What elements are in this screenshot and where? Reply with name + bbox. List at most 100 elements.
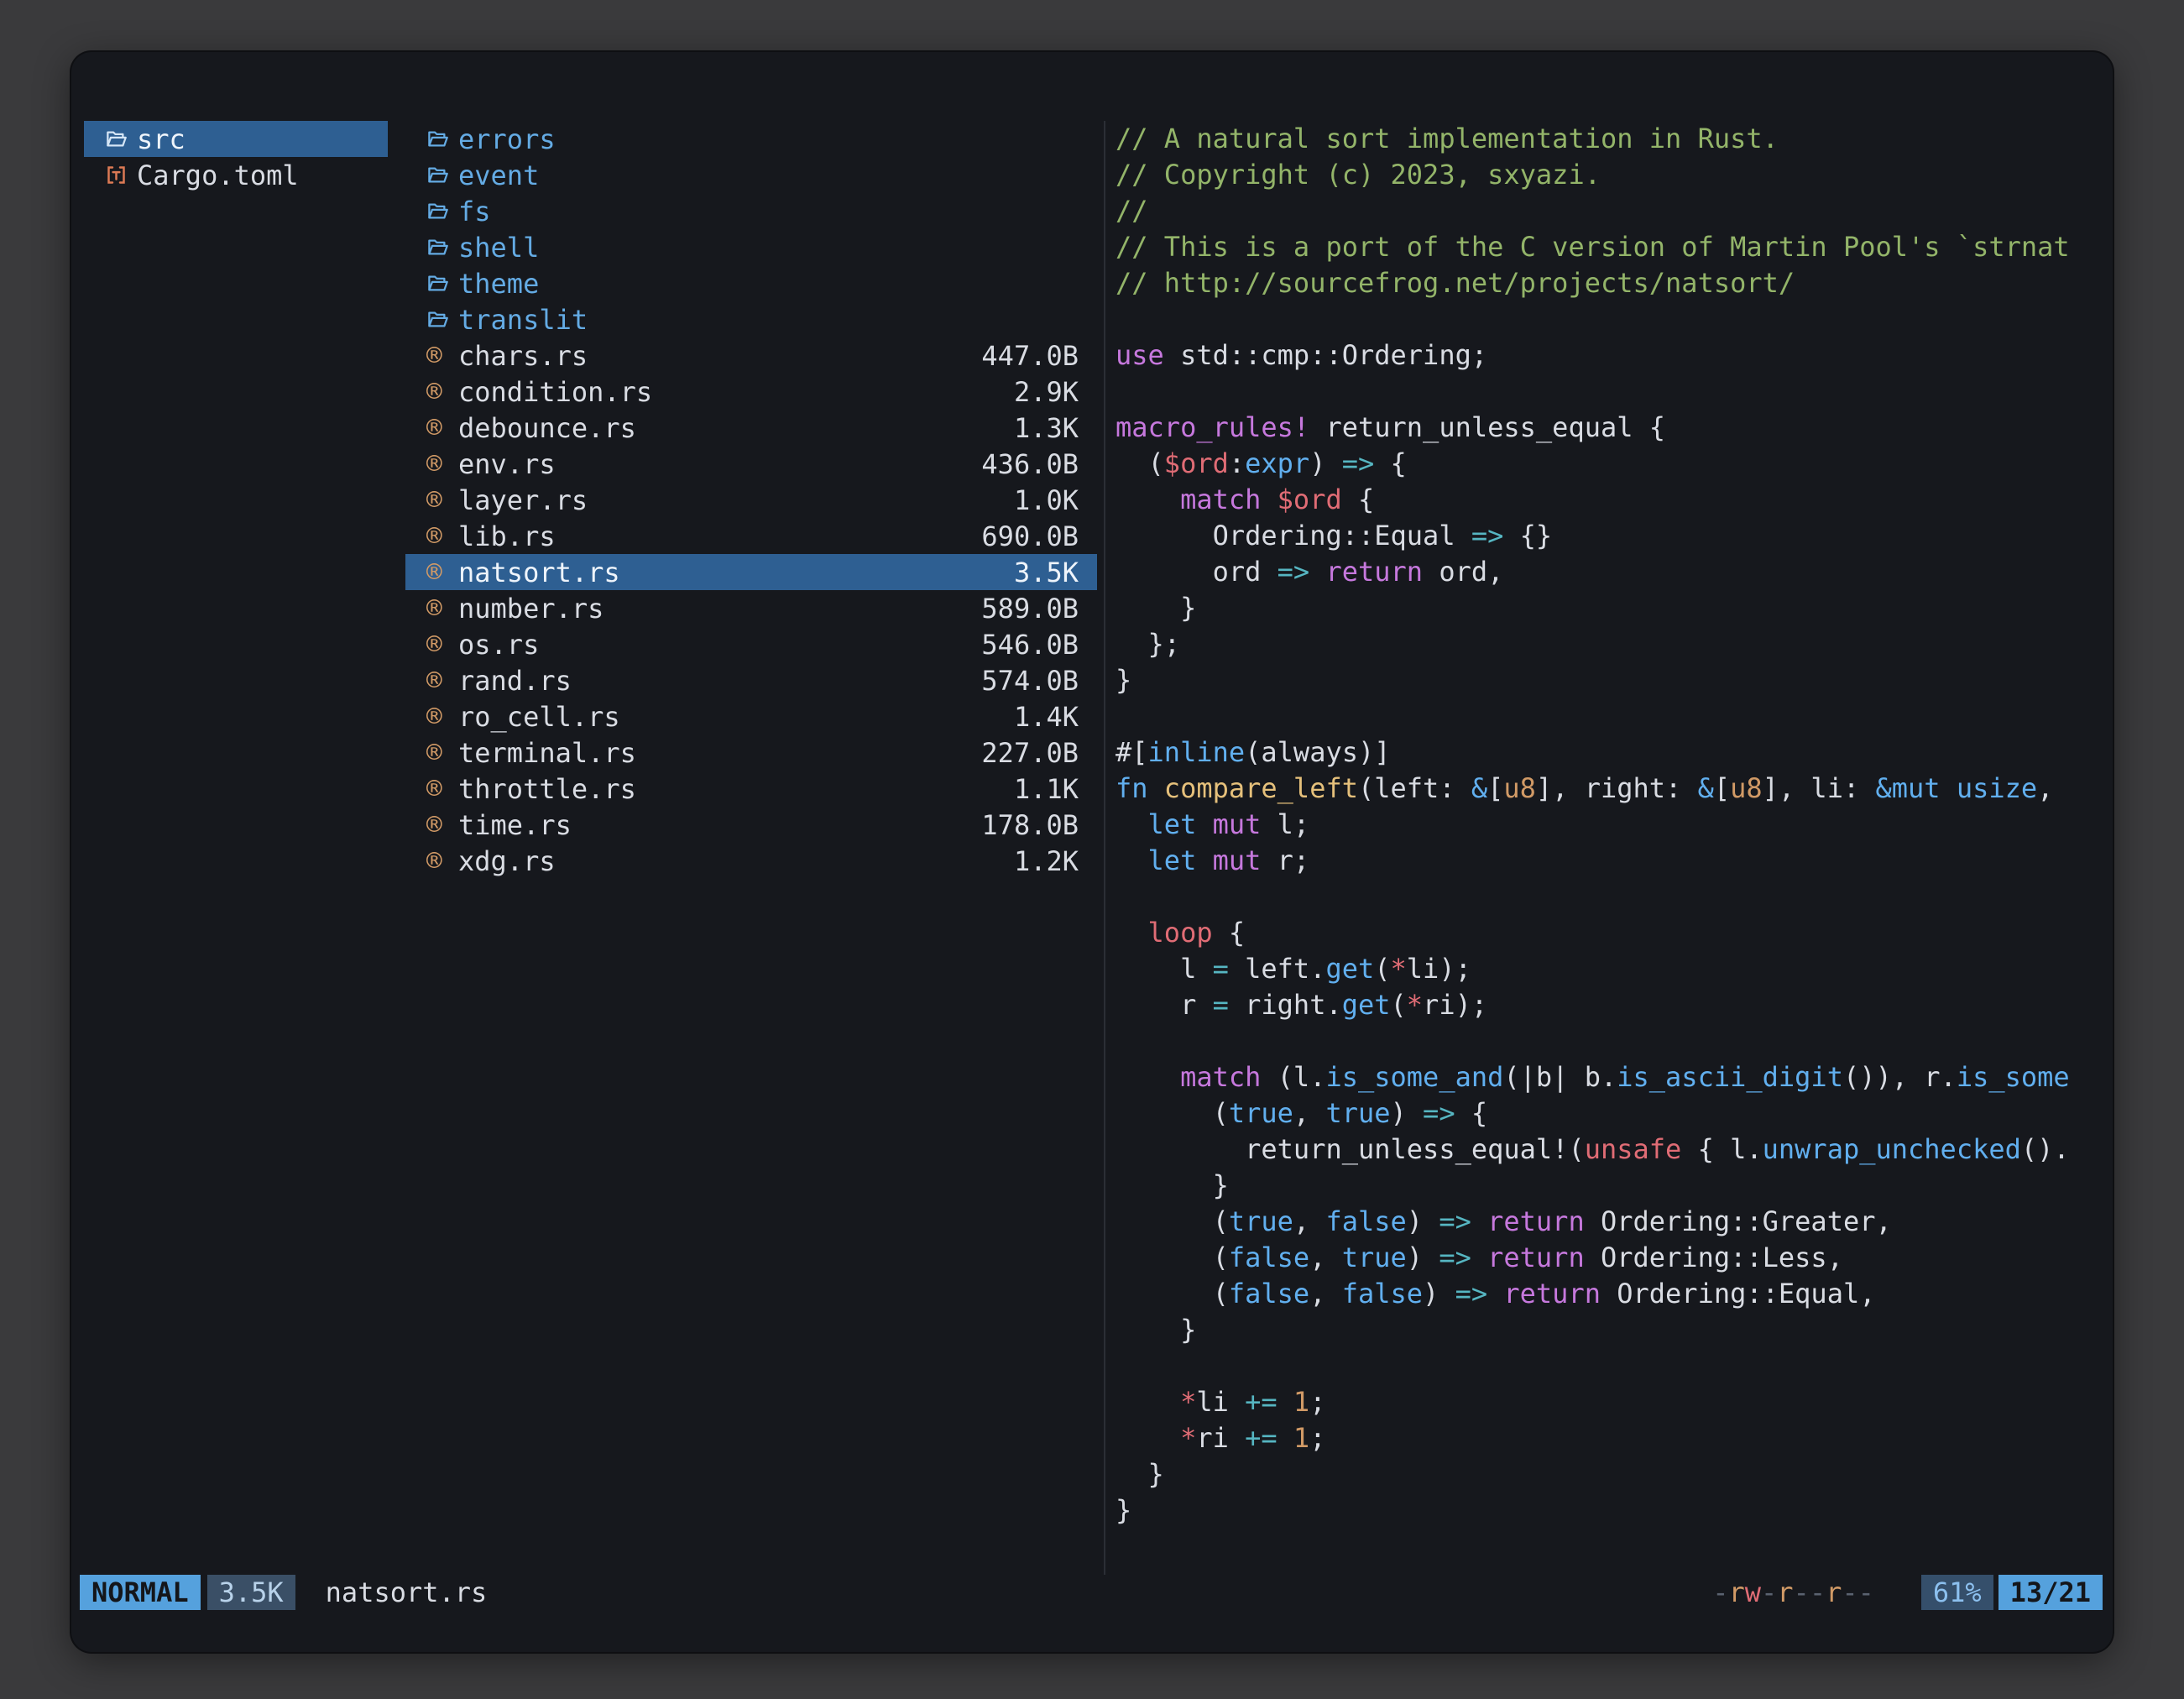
list-item-src[interactable]: src (84, 121, 388, 157)
list-item-layer.rs[interactable]: ®layer.rs1.0K (405, 482, 1097, 518)
file-name: time.rs (458, 809, 572, 841)
file-name: ro_cell.rs (458, 701, 620, 733)
file-name: fs (458, 196, 491, 227)
file-size: 690.0B (981, 520, 1079, 552)
list-item-chars.rs[interactable]: ®chars.rs 447.0B (405, 337, 1097, 374)
code-line: #[inline(always)] (1116, 734, 2113, 771)
file-name: debounce.rs (458, 412, 636, 444)
file-name: layer.rs (458, 484, 588, 516)
file-size: 1.3K (1014, 412, 1079, 444)
list-item-fs[interactable]: fs (405, 193, 1097, 229)
code-line: (true, true) => { (1116, 1095, 2113, 1132)
file-name: env.rs (458, 448, 556, 480)
rust-icon: ® (426, 666, 458, 696)
code-line: } (1116, 1312, 2113, 1348)
code-line: *li += 1; (1116, 1384, 2113, 1420)
toml-icon (105, 164, 137, 186)
code-line: (false, false) => return Ordering::Equal… (1116, 1276, 2113, 1312)
code-line (1116, 879, 2113, 915)
code-line (1116, 1023, 2113, 1059)
file-name: chars.rs (458, 340, 588, 372)
folder-open-icon (426, 236, 458, 259)
folder-open-icon (426, 164, 458, 186)
list-item-errors[interactable]: errors (405, 121, 1097, 157)
rust-icon: ® (426, 630, 458, 660)
file-name: translit (458, 304, 588, 336)
file-size: 227.0B (981, 737, 1079, 769)
file-size: 447.0B (981, 340, 1079, 372)
mode-badge: NORMAL (80, 1575, 201, 1610)
list-item-terminal.rs[interactable]: ®terminal.rs227.0B (405, 734, 1097, 771)
file-name: condition.rs (458, 376, 652, 408)
list-item-debounce.rs[interactable]: ®debounce.rs 1.3K (405, 410, 1097, 446)
code-line (1116, 698, 2113, 734)
file-size: 589.0B (981, 593, 1079, 625)
rust-icon: ® (426, 341, 458, 371)
code-line: return_unless_equal!(unsafe { l.unwrap_u… (1116, 1132, 2113, 1168)
rust-icon: ® (426, 810, 458, 840)
percent-badge: 61% (1921, 1575, 1993, 1610)
list-item-throttle.rs[interactable]: ®throttle.rs1.1K (405, 771, 1097, 807)
code-line: let mut r; (1116, 843, 2113, 879)
list-item-ro_cell.rs[interactable]: ®ro_cell.rs1.4K (405, 698, 1097, 734)
folder-open-icon (105, 128, 137, 150)
code-line: // This is a port of the C version of Ma… (1116, 229, 2113, 265)
file-name: natsort.rs (458, 557, 620, 588)
file-size: 3.5K (1014, 557, 1079, 588)
preview-panel[interactable]: // A natural sort implementation in Rust… (1105, 121, 2113, 1575)
code-line: loop { (1116, 915, 2113, 951)
rust-icon: ® (426, 702, 458, 732)
list-item-event[interactable]: event (405, 157, 1097, 193)
list-item-rand.rs[interactable]: ®rand.rs 574.0B (405, 662, 1097, 698)
file-size: 2.9K (1014, 376, 1079, 408)
list-item-lib.rs[interactable]: ®lib.rs 690.0B (405, 518, 1097, 554)
folder-open-icon (426, 308, 458, 331)
list-item-os.rs[interactable]: ®os.rs546.0B (405, 626, 1097, 662)
file-name: lib.rs (458, 520, 556, 552)
file-manager-content: src Cargo.toml errors event fs shellthemetra… (71, 121, 2113, 1575)
file-size: 1.1K (1014, 773, 1079, 805)
folder-open-icon (426, 200, 458, 222)
rust-icon: ® (426, 521, 458, 552)
list-item-shell[interactable]: shell (405, 229, 1097, 265)
file-size: 546.0B (981, 629, 1079, 661)
yazi-window: src Cargo.toml errors event fs shellthemetra… (71, 52, 2113, 1652)
list-item-env.rs[interactable]: ®env.rs436.0B (405, 446, 1097, 482)
list-item-natsort.rs[interactable]: ®natsort.rs3.5K (405, 554, 1097, 590)
code-line: ord => return ord, (1116, 554, 2113, 590)
file-size: 1.2K (1014, 845, 1079, 877)
parent-panel[interactable]: src Cargo.toml (84, 121, 388, 193)
list-item-translit[interactable]: translit (405, 301, 1097, 337)
file-name: event (458, 159, 539, 191)
code-line: match $ord { (1116, 482, 2113, 518)
list-item-condition.rs[interactable]: ®condition.rs2.9K (405, 374, 1097, 410)
file-name: shell (458, 232, 539, 264)
code-line: use std::cmp::Ordering; (1116, 337, 2113, 374)
code-line: } (1116, 1493, 2113, 1529)
list-item-number.rs[interactable]: ®number.rs589.0B (405, 590, 1097, 626)
file-size: 574.0B (981, 665, 1079, 697)
current-panel[interactable]: errorseventfsshellthemetranslit®chars.rs… (405, 121, 1097, 879)
code-line: match (l.is_some_and(|b| b.is_ascii_digi… (1116, 1059, 2113, 1095)
file-name: rand.rs (458, 665, 572, 697)
status-bar: NORMAL 3.5K natsort.rs -rw-r--r-- 61% 13… (80, 1575, 2103, 1610)
file-name: src (137, 123, 185, 155)
folder-open-icon (426, 272, 458, 295)
list-item-theme[interactable]: theme (405, 265, 1097, 301)
list-item-xdg.rs[interactable]: ®xdg.rs1.2K (405, 843, 1097, 879)
rust-icon: ® (426, 413, 458, 443)
permissions-text: -rw-r--r-- (1712, 1576, 1874, 1608)
code-line: *ri += 1; (1116, 1420, 2113, 1456)
code-line: }; (1116, 626, 2113, 662)
code-line: l = left.get(*li); (1116, 951, 2113, 987)
list-item-time.rs[interactable]: ®time.rs178.0B (405, 807, 1097, 843)
file-name: errors (458, 123, 556, 155)
file-name: Cargo.toml (137, 159, 299, 191)
rust-icon: ® (426, 485, 458, 515)
list-item-Cargo.toml[interactable]: Cargo.toml (84, 157, 388, 193)
rust-icon: ® (426, 449, 458, 479)
folder-open-icon (426, 128, 458, 150)
code-line: let mut l; (1116, 807, 2113, 843)
code-line (1116, 1348, 2113, 1384)
code-line: (true, false) => return Ordering::Greate… (1116, 1204, 2113, 1240)
